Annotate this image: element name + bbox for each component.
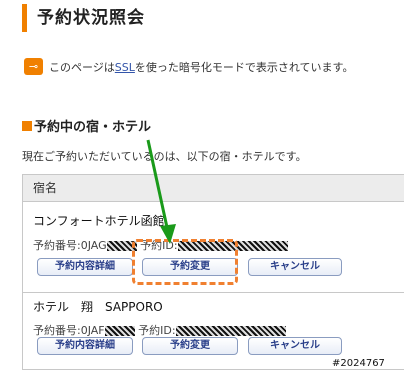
key-icon: ⊸ bbox=[24, 58, 43, 75]
cancel-button[interactable]: キャンセル bbox=[248, 337, 342, 355]
reservation-number: 予約番号:0JAG bbox=[33, 239, 107, 252]
watermark: #2024767 bbox=[332, 358, 385, 369]
reservation-detail-button[interactable]: 予約内容詳細 bbox=[37, 337, 133, 355]
ssl-link[interactable]: SSL bbox=[115, 61, 135, 74]
redacted-block bbox=[175, 326, 286, 336]
cancel-button[interactable]: キャンセル bbox=[248, 258, 342, 276]
ssl-notice-text: このページはSSLを使った暗号化モードで表示されています。 bbox=[49, 59, 353, 75]
ssl-text-after: を使った暗号化モードで表示されています。 bbox=[134, 60, 354, 74]
reservation-id-label: 予約ID: bbox=[138, 324, 176, 337]
reservation-number: 予約番号:0JAF bbox=[33, 324, 105, 337]
hotel-name: コンフォートホテル函館 bbox=[33, 214, 165, 228]
ssl-text-before: このページは bbox=[49, 60, 115, 74]
section-heading: 予約中の宿・ホテル bbox=[22, 116, 151, 135]
redacted-block bbox=[104, 326, 135, 336]
section-title: 予約中の宿・ホテル bbox=[34, 120, 152, 135]
ssl-notice: ⊸ このページはSSLを使った暗号化モードで表示されています。 bbox=[24, 58, 353, 75]
page-title: 予約状況照会 bbox=[37, 8, 145, 28]
section-square-icon bbox=[22, 120, 32, 131]
reservation-info: 予約番号:0JAF 予約ID: bbox=[33, 322, 286, 338]
table-header: 宿名 bbox=[23, 175, 404, 202]
intro-text: 現在ご予約いただいているのは、以下の宿・ホテルです。 bbox=[22, 150, 307, 163]
page-title-bar: 予約状況照会 bbox=[22, 4, 392, 32]
change-reservation-button[interactable]: 予約変更 bbox=[142, 337, 238, 355]
reservation-detail-button[interactable]: 予約内容詳細 bbox=[37, 258, 133, 276]
hotel-name: ホテル 翔 SAPPORO bbox=[33, 300, 163, 314]
highlight-box bbox=[132, 239, 238, 285]
